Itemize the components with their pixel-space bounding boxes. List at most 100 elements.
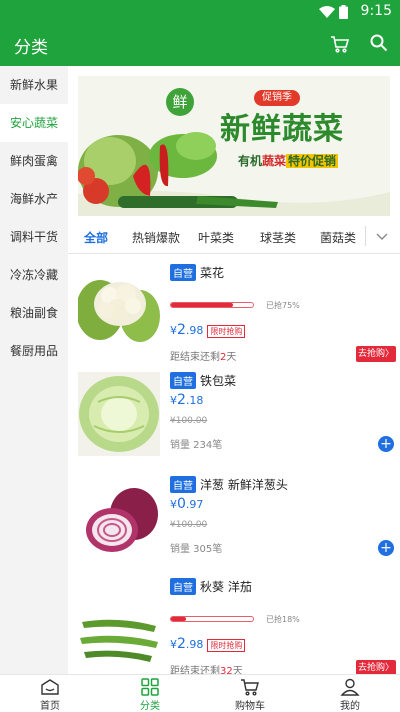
status-time: 9:15 bbox=[360, 3, 392, 19]
price-decimal: .98 bbox=[185, 324, 204, 337]
self-operated-badge: 自营 bbox=[170, 476, 196, 493]
banner-sub-green: 蔬菜 bbox=[262, 154, 287, 168]
sales-count: 销量 234笔 bbox=[170, 440, 223, 451]
tab-all[interactable]: 全部 bbox=[84, 229, 108, 246]
banner-headline: 新鲜蔬菜 bbox=[220, 112, 344, 147]
home-icon bbox=[41, 679, 59, 695]
tab-leafy[interactable]: 叶菜类 bbox=[198, 229, 234, 246]
product-image bbox=[78, 476, 160, 560]
product-image bbox=[78, 372, 160, 456]
nav-profile[interactable]: 我的 bbox=[300, 677, 400, 712]
sales-count: 销量 305笔 bbox=[170, 544, 223, 555]
product-image bbox=[78, 264, 160, 348]
original-price: ¥100.00 bbox=[170, 416, 208, 426]
bottom-nav: 首页 分类 购物车 我的 bbox=[0, 674, 400, 712]
tab-divider bbox=[365, 226, 366, 246]
category-sidebar: 新鲜水果 安心蔬菜 鲜肉蛋禽 海鲜水产 调料干货 冷冻冷藏 粮油副食 餐厨用品 bbox=[0, 66, 68, 674]
product-price: ¥2.18 bbox=[170, 392, 203, 408]
flash-sale-tag: 限时抢购 bbox=[207, 638, 246, 652]
wifi-icon bbox=[319, 6, 335, 18]
grab-button[interactable]: 去抢购〉 bbox=[356, 346, 396, 362]
nav-cart[interactable]: 购物车 bbox=[200, 677, 300, 712]
currency-symbol: ¥ bbox=[170, 638, 177, 651]
plus-icon: + bbox=[380, 540, 392, 556]
banner-subtitle: 有机蔬菜 特价促销 bbox=[238, 152, 339, 169]
sale-progress-text: 已抢18% bbox=[266, 615, 300, 624]
sale-progress-bar bbox=[170, 616, 254, 622]
add-to-cart-button[interactable]: + bbox=[378, 436, 394, 452]
product-price: ¥0.97 bbox=[170, 496, 203, 512]
user-icon bbox=[340, 678, 360, 696]
nav-cart-label: 购物车 bbox=[235, 701, 265, 712]
content-area: 鲜 促销季 新鲜蔬菜 有机蔬菜特价促销 全部 热销爆款 叶菜类 球茎类 菌菇类 bbox=[68, 66, 400, 677]
category-icon bbox=[141, 678, 159, 696]
tab-mushroom[interactable]: 菌菇类 bbox=[320, 229, 356, 246]
promo-banner[interactable]: 鲜 促销季 新鲜蔬菜 有机蔬菜 特价促销 bbox=[78, 76, 390, 216]
sidebar-item-vegetables[interactable]: 安心蔬菜 bbox=[0, 104, 68, 142]
sidebar-item-grain-oil[interactable]: 粮油副食 bbox=[0, 294, 68, 332]
self-operated-badge: 自营 bbox=[170, 264, 196, 281]
banner-sub-yellow: 特价促销 bbox=[286, 154, 339, 168]
countdown-text: 距结束还剩2天 bbox=[170, 348, 236, 363]
sidebar-item-fruit[interactable]: 新鲜水果 bbox=[0, 66, 68, 104]
product-title: 自营 秋葵 洋茄 bbox=[170, 578, 252, 595]
sale-progress-text: 已抢75% bbox=[266, 301, 300, 310]
nav-category[interactable]: 分类 bbox=[100, 677, 200, 712]
flash-sale-tag: 限时抢购 bbox=[207, 324, 246, 338]
nav-category-label: 分类 bbox=[140, 701, 160, 712]
product-title: 自营 铁包菜 bbox=[170, 372, 236, 389]
tab-hot[interactable]: 热销爆款 bbox=[132, 229, 180, 246]
price-integer: 2 bbox=[177, 636, 186, 652]
status-icons bbox=[319, 5, 348, 19]
sidebar-item-frozen[interactable]: 冷冻冷藏 bbox=[0, 256, 68, 294]
cart-icon bbox=[331, 36, 350, 53]
nav-profile-label: 我的 bbox=[340, 701, 360, 712]
price-integer: 0 bbox=[177, 496, 186, 512]
product-item[interactable]: 自营 秋葵 洋茄 已抢18% ¥2.98 限时抢购 距结束还剩32天 去抢购〉 bbox=[78, 578, 396, 677]
product-price: ¥2.98 限时抢购 bbox=[170, 636, 246, 652]
tab-bulb[interactable]: 球茎类 bbox=[260, 229, 296, 246]
sidebar-item-seasoning[interactable]: 调料干货 bbox=[0, 218, 68, 256]
chevron-down-icon bbox=[376, 233, 388, 240]
brand-logo: 鲜 bbox=[166, 88, 194, 116]
add-to-cart-button[interactable]: + bbox=[378, 540, 394, 556]
product-image bbox=[78, 592, 160, 676]
product-name: 秋葵 洋茄 bbox=[200, 580, 252, 594]
sidebar-item-seafood[interactable]: 海鲜水产 bbox=[0, 180, 68, 218]
sale-progress-bar bbox=[170, 302, 254, 308]
sidebar-item-meat-eggs[interactable]: 鲜肉蛋禽 bbox=[0, 142, 68, 180]
price-decimal: .97 bbox=[185, 498, 204, 511]
self-operated-badge: 自营 bbox=[170, 578, 196, 595]
status-bar: 9:15 bbox=[0, 0, 400, 24]
plus-icon: + bbox=[380, 436, 392, 452]
self-operated-badge: 自营 bbox=[170, 372, 196, 389]
nav-home[interactable]: 首页 bbox=[0, 677, 100, 712]
countdown-prefix: 距结束还剩 bbox=[170, 352, 220, 363]
product-item[interactable]: 自营 铁包菜 ¥2.18 ¥100.00 销量 234笔 + bbox=[78, 372, 396, 484]
product-name: 菜花 bbox=[200, 266, 225, 280]
banner-sub-prefix: 有机 bbox=[238, 154, 263, 168]
app-bar: 分类 bbox=[0, 24, 400, 66]
product-title: 自营 菜花 bbox=[170, 264, 224, 281]
price-integer: 2 bbox=[177, 322, 186, 338]
price-integer: 2 bbox=[177, 392, 186, 408]
product-item[interactable]: 自营 洋葱 新鲜洋葱头 ¥0.97 ¥100.00 销量 305笔 + bbox=[78, 476, 396, 588]
search-icon bbox=[370, 34, 388, 52]
sale-progress-fill bbox=[171, 303, 233, 307]
grab-button-label: 去抢购 bbox=[357, 663, 385, 673]
tabs-expand-button[interactable] bbox=[375, 228, 389, 247]
sidebar-item-kitchen[interactable]: 餐厨用品 bbox=[0, 332, 68, 370]
currency-symbol: ¥ bbox=[170, 324, 177, 337]
product-title: 自营 洋葱 新鲜洋葱头 bbox=[170, 476, 288, 493]
battery-icon bbox=[339, 5, 348, 19]
page-title: 分类 bbox=[14, 38, 48, 58]
countdown-suffix: 天 bbox=[226, 352, 237, 363]
sale-progress-fill bbox=[171, 617, 186, 621]
nav-home-label: 首页 bbox=[40, 701, 60, 712]
product-name: 洋葱 新鲜洋葱头 bbox=[200, 478, 288, 492]
product-item[interactable]: 自营 菜花 已抢75% ¥2.98 限时抢购 距结束还剩2天 去抢购〉 bbox=[78, 264, 396, 364]
search-button[interactable] bbox=[370, 34, 388, 56]
original-price: ¥100.00 bbox=[170, 520, 208, 530]
subcategory-tabs: 全部 热销爆款 叶菜类 球茎类 菌菇类 bbox=[68, 220, 400, 254]
cart-button[interactable] bbox=[330, 34, 350, 58]
